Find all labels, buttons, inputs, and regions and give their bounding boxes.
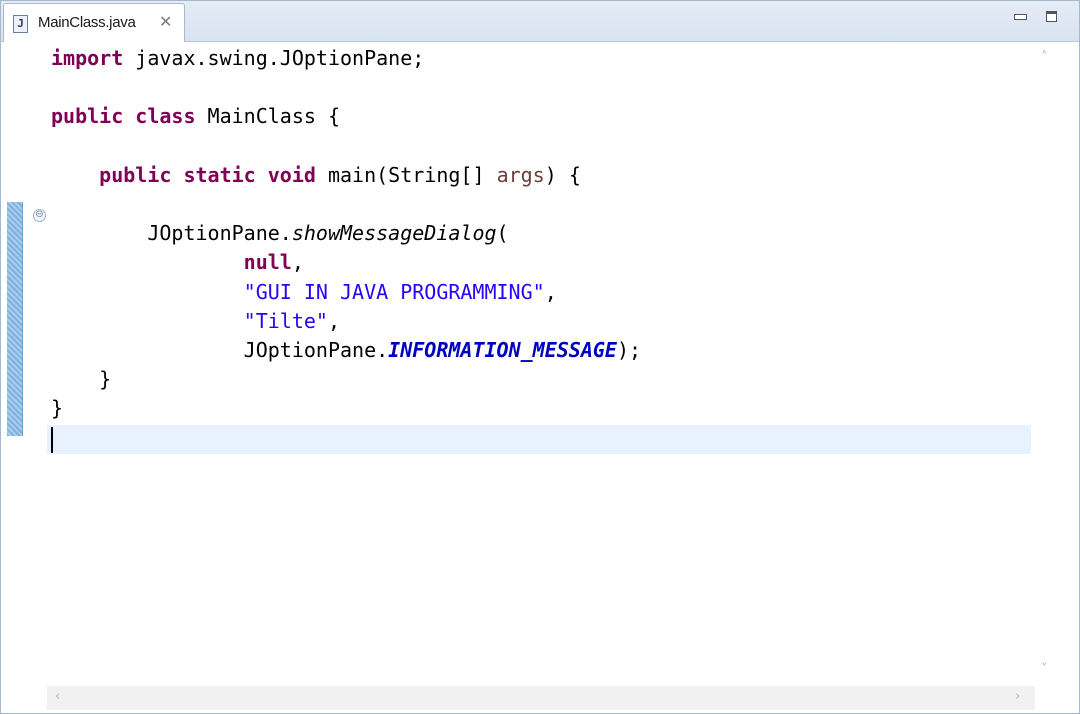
code-token: class <box>135 104 196 129</box>
code-token: } <box>51 396 64 421</box>
code-token: main(String[] <box>315 162 497 187</box>
minimize-icon[interactable] <box>1012 9 1028 25</box>
code-token: , <box>291 250 304 275</box>
code-line[interactable]: null, <box>51 248 641 277</box>
tab-mainclass-java[interactable]: J MainClass.java ✕ <box>3 3 185 42</box>
code-token: static <box>183 162 256 187</box>
code-token: import <box>51 46 124 70</box>
code-line[interactable]: JOptionPane.INFORMATION_MESSAGE); <box>51 336 641 365</box>
java-file-icon: J <box>13 15 28 33</box>
code-token: ) { <box>544 162 581 187</box>
code-line[interactable]: JOptionPane.showMessageDialog( <box>51 219 641 248</box>
scroll-right-icon[interactable]: › <box>1015 689 1020 704</box>
code-token: "Tilte" <box>243 308 328 333</box>
code-token: JOptionPane. <box>51 337 389 362</box>
code-token: } <box>51 367 112 392</box>
code-token: public <box>99 162 172 187</box>
vertical-scrollbar[interactable]: ˄ ˅ <box>1035 42 1059 686</box>
editor-gutter: ⊖ <box>1 42 47 686</box>
code-line[interactable]: } <box>51 394 641 423</box>
code-line[interactable] <box>51 423 641 452</box>
code-line[interactable] <box>51 73 641 102</box>
code-token: void <box>267 162 316 187</box>
scroll-up-icon[interactable]: ˄ <box>1041 50 1048 65</box>
code-line[interactable]: } <box>51 365 641 394</box>
code-token: , <box>544 279 557 304</box>
source-code[interactable]: import javax.swing.JOptionPane; public c… <box>51 44 641 453</box>
tab-bar: J MainClass.java ✕ <box>1 1 1079 42</box>
scroll-left-icon[interactable]: ‹ <box>55 689 60 704</box>
close-icon[interactable]: ✕ <box>159 13 172 31</box>
collapse-icon[interactable]: ⊖ <box>33 209 46 222</box>
scroll-down-icon[interactable]: ˅ <box>1041 662 1048 677</box>
text-caret <box>51 427 53 453</box>
code-token: javax.swing.JOptionPane; <box>123 46 425 70</box>
code-token: JOptionPane. <box>51 221 292 246</box>
tab-label: MainClass.java <box>38 14 136 31</box>
quick-diff-change-bar <box>7 202 23 436</box>
code-token: "GUI IN JAVA PROGRAMMING" <box>243 279 545 304</box>
code-token: null <box>243 250 292 275</box>
horizontal-scrollbar[interactable]: ‹ › <box>47 686 1035 710</box>
code-token: , <box>327 308 340 333</box>
code-line[interactable] <box>51 190 641 219</box>
code-token: args <box>496 162 545 187</box>
code-line[interactable]: import javax.swing.JOptionPane; <box>51 44 641 73</box>
code-token: ( <box>496 221 509 246</box>
code-line[interactable]: public class MainClass { <box>51 102 641 131</box>
code-line[interactable] <box>51 132 641 161</box>
code-line[interactable]: "GUI IN JAVA PROGRAMMING", <box>51 278 641 307</box>
code-editor[interactable]: import javax.swing.JOptionPane; public c… <box>47 42 1035 686</box>
maximize-icon[interactable] <box>1044 9 1060 25</box>
code-token: MainClass { <box>195 104 341 129</box>
code-line[interactable]: "Tilte", <box>51 307 641 336</box>
code-token: INFORMATION_MESSAGE <box>388 337 617 362</box>
code-token: showMessageDialog <box>291 221 497 246</box>
editor-window: J MainClass.java ✕ ⊖ import javax.swing.… <box>0 0 1080 714</box>
code-line[interactable]: public static void main(String[] args) { <box>51 161 641 190</box>
code-token: public <box>51 104 124 129</box>
code-token: ); <box>616 337 642 362</box>
